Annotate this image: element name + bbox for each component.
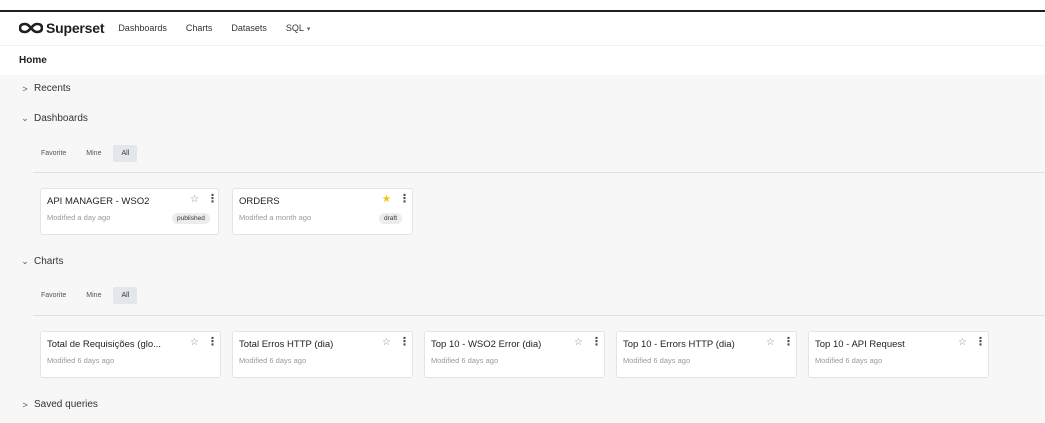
- section-recents-label: Recents: [34, 83, 71, 94]
- star-filled-icon[interactable]: ★: [382, 195, 391, 205]
- more-vertical-icon[interactable]: ⋮: [207, 337, 218, 348]
- nav-datasets[interactable]: Datasets: [231, 23, 267, 33]
- chevron-down-icon: ⌄: [21, 113, 29, 123]
- section-saved-queries-label: Saved queries: [34, 399, 98, 410]
- more-vertical-icon[interactable]: ⋮: [783, 337, 794, 348]
- chart-card[interactable]: Top 10 - API Request Modified 6 days ago…: [808, 331, 989, 378]
- charts-filter-favorite[interactable]: Favorite: [33, 287, 74, 304]
- chart-card[interactable]: Top 10 - WSO2 Error (dia) Modified 6 day…: [424, 331, 605, 378]
- chart-card-title: Top 10 - Errors HTTP (dia): [623, 339, 735, 350]
- section-dashboards-label: Dashboards: [34, 113, 88, 124]
- dashboard-card-modified: Modified a day ago: [47, 213, 111, 222]
- star-outline-icon[interactable]: ☆: [766, 338, 775, 348]
- chevron-down-icon: ⌄: [21, 256, 29, 266]
- chevron-right-icon: >: [22, 83, 28, 94]
- star-outline-icon[interactable]: ☆: [958, 338, 967, 348]
- superset-logo[interactable]: Superset: [19, 19, 105, 36]
- chart-card-title: Top 10 - API Request: [815, 339, 905, 350]
- section-charts-header[interactable]: ⌄ Charts: [20, 256, 63, 267]
- chart-card-modified: Modified 6 days ago: [623, 356, 691, 365]
- more-vertical-icon[interactable]: ⋮: [399, 194, 410, 205]
- more-vertical-icon[interactable]: ⋮: [399, 337, 410, 348]
- chart-card[interactable]: Top 10 - Errors HTTP (dia) Modified 6 da…: [616, 331, 797, 378]
- section-charts-label: Charts: [34, 256, 64, 267]
- dashboard-card-title: ORDERS: [239, 196, 280, 207]
- caret-down-icon: ▾: [306, 25, 311, 33]
- home-content: > Recents ⌄ Dashboards Favorite Mine All…: [0, 75, 1045, 423]
- section-dashboards-header[interactable]: ⌄ Dashboards: [20, 113, 88, 124]
- dashboards-divider: [33, 172, 1045, 173]
- dashboards-filter-favorite[interactable]: Favorite: [33, 145, 74, 162]
- nav-dashboards[interactable]: Dashboards: [118, 23, 167, 33]
- dashboards-filter-bar: Favorite Mine All: [33, 145, 138, 162]
- dashboards-filter-all[interactable]: All: [113, 145, 138, 162]
- section-saved-queries-header[interactable]: > Saved queries: [20, 399, 98, 410]
- dashboard-card[interactable]: API MANAGER - WSO2 Modified a day ago ☆ …: [40, 188, 219, 235]
- chart-card-title: Total Erros HTTP (dia): [239, 339, 334, 350]
- more-vertical-icon[interactable]: ⋮: [591, 337, 602, 348]
- star-outline-icon[interactable]: ☆: [382, 338, 391, 348]
- top-navbar: Superset Dashboards Charts Datasets SQL ▾: [0, 10, 1045, 43]
- dashboard-card-modified: Modified a month ago: [239, 213, 312, 222]
- chart-card-modified: Modified 6 days ago: [431, 356, 499, 365]
- chart-card-title: Total de Requisições (glo...: [47, 339, 162, 350]
- chart-card-title: Top 10 - WSO2 Error (dia): [431, 339, 542, 350]
- section-recents-header[interactable]: > Recents: [20, 83, 71, 94]
- charts-filter-mine[interactable]: Mine: [78, 287, 109, 304]
- chart-card-modified: Modified 6 days ago: [47, 356, 115, 365]
- dashboards-filter-mine[interactable]: Mine: [78, 145, 109, 162]
- page-header: Home: [0, 45, 1045, 75]
- star-outline-icon[interactable]: ☆: [190, 195, 199, 205]
- chart-card[interactable]: Total Erros HTTP (dia) Modified 6 days a…: [232, 331, 413, 378]
- status-badge: draft: [379, 213, 403, 224]
- charts-divider: [33, 315, 1045, 316]
- chevron-right-icon: >: [22, 399, 28, 410]
- star-outline-icon[interactable]: ☆: [190, 338, 199, 348]
- page-title: Home: [19, 55, 47, 66]
- more-vertical-icon[interactable]: ⋮: [207, 194, 218, 205]
- charts-filter-bar: Favorite Mine All: [33, 287, 138, 304]
- more-vertical-icon[interactable]: ⋮: [975, 337, 986, 348]
- status-badge: published: [172, 213, 210, 224]
- superset-logo-icon: [19, 22, 43, 33]
- app-name: Superset: [46, 19, 105, 36]
- star-outline-icon[interactable]: ☆: [574, 338, 583, 348]
- chart-card[interactable]: Total de Requisições (glo... Modified 6 …: [40, 331, 221, 378]
- dashboard-card-title: API MANAGER - WSO2: [47, 196, 150, 207]
- dashboard-card[interactable]: ORDERS Modified a month ago ★ ⋮ draft: [232, 188, 413, 235]
- chart-card-modified: Modified 6 days ago: [815, 356, 883, 365]
- chart-card-modified: Modified 6 days ago: [239, 356, 307, 365]
- nav-charts[interactable]: Charts: [186, 23, 213, 33]
- nav-sql-label: SQL: [285, 22, 304, 33]
- nav-sql-menu[interactable]: SQL ▾: [286, 23, 311, 33]
- charts-filter-all[interactable]: All: [113, 287, 138, 304]
